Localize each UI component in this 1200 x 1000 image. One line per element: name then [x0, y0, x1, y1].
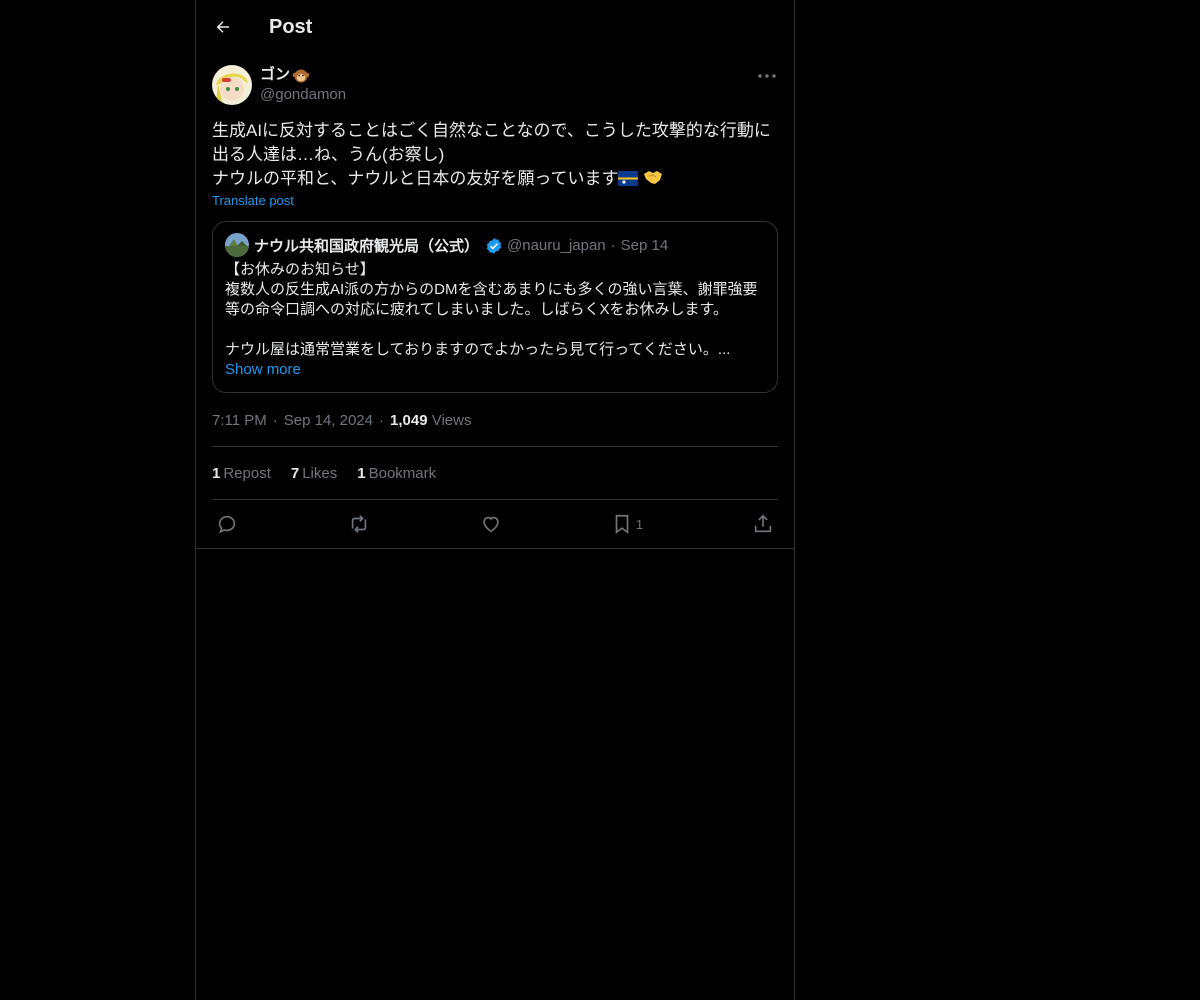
reposts-label: Repost [223, 464, 271, 482]
views: 1,049 Views [390, 412, 471, 429]
back-button[interactable] [206, 10, 240, 44]
meta-separator: · [379, 411, 384, 429]
author-display-name[interactable]: ゴン [260, 65, 346, 85]
bookmarks-stat[interactable]: 1 Bookmark [357, 465, 436, 482]
views-label: Views [431, 411, 472, 429]
post: ゴン @gondamon 生成AIに反対することはごく自然なことなので、こうした… [196, 65, 794, 549]
more-dots-icon [758, 74, 776, 78]
bookmark-count: 1 [635, 516, 644, 532]
share-icon [754, 514, 772, 533]
page-title: Post [269, 15, 313, 38]
meta-separator: · [272, 411, 278, 429]
post-date[interactable]: Sep 14, 2024 [284, 412, 373, 429]
monkey-emoji-icon [292, 69, 310, 83]
post-header: ゴン @gondamon [212, 65, 778, 105]
quoted-post[interactable]: ナウル共和国政府観光局（公式） @nauru_japan · Sep 14 【お… [212, 221, 778, 393]
reply-icon [218, 515, 236, 534]
reposts-count: 1 [212, 464, 221, 482]
verified-badge-icon [486, 237, 502, 254]
quoted-avatar[interactable] [225, 233, 249, 257]
reposts-stat[interactable]: 1 Repost [212, 465, 271, 482]
like-button[interactable] [480, 513, 502, 535]
bookmark-button[interactable]: 1 [611, 513, 643, 535]
heart-icon [483, 516, 499, 533]
likes-stat[interactable]: 7 Likes [291, 465, 337, 482]
post-time[interactable]: 7:11 PM [212, 412, 267, 429]
share-button[interactable] [752, 513, 774, 535]
quoted-date[interactable]: Sep 14 [621, 237, 669, 254]
top-bar: Post [196, 0, 794, 54]
bookmarks-count: 1 [357, 464, 366, 482]
back-arrow-icon [216, 21, 229, 33]
post-text-body: 生成AIに反対することはごく自然なことなので、こうした攻撃的な行動に 出る人達は… [212, 121, 771, 188]
bookmarks-label: Bookmark [368, 464, 437, 482]
likes-count: 7 [290, 464, 300, 482]
quoted-display-name[interactable]: ナウル共和国政府観光局（公式） [254, 235, 479, 256]
main-column: Post ゴン @gondamon 生成AIに反対することはごく自然なことなので… [195, 0, 795, 1000]
quoted-handle[interactable]: @nauru_japan [507, 237, 606, 254]
engagement-stats: 1 Repost 7 Likes 1 Bookmark [212, 447, 778, 499]
post-bottom-border [196, 548, 794, 549]
handshake-icon [644, 171, 663, 184]
bookmark-icon [615, 514, 629, 534]
quoted-separator: · [610, 236, 616, 254]
views-count: 1,049 [390, 411, 428, 429]
author-handle[interactable]: @gondamon [260, 85, 346, 105]
more-options-button[interactable] [756, 67, 778, 85]
avatar[interactable] [212, 65, 252, 105]
author-name-text: ゴン [260, 66, 291, 83]
likes-label: Likes [302, 464, 338, 482]
post-text: 生成AIに反対することはごく自然なことなので、こうした攻撃的な行動に 出る人達は… [212, 119, 778, 191]
nauru-flag-icon [618, 171, 639, 186]
repost-icon [351, 515, 367, 533]
show-more-link[interactable]: Show more [225, 360, 765, 380]
action-bar: 1 [212, 500, 778, 548]
quoted-post-header: ナウル共和国政府観光局（公式） @nauru_japan · Sep 14 [225, 233, 765, 257]
quoted-post-text: 【お休みのお知らせ】 複数人の反生成AI派の方からのDMを含むあまりにも多くの強… [225, 261, 758, 358]
repost-button[interactable] [347, 513, 371, 535]
translate-post-link[interactable]: Translate post [212, 193, 294, 208]
post-meta: 7:11 PM · Sep 14, 2024 · 1,049 Views [212, 410, 778, 430]
reply-button[interactable] [216, 513, 238, 535]
